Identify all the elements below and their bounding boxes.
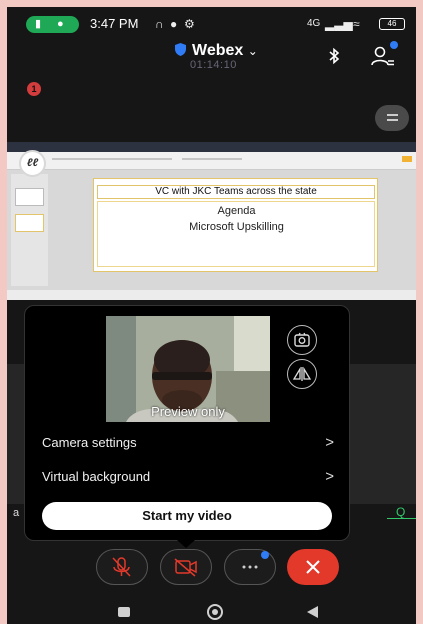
layout-icon bbox=[387, 114, 398, 116]
camera-flip-icon bbox=[294, 332, 310, 347]
slide-topic: Microsoft Upskilling bbox=[189, 221, 284, 233]
shared-app-toolbar bbox=[7, 152, 416, 170]
video-camera-icon: ▮ bbox=[35, 18, 42, 30]
camera-flip-button[interactable] bbox=[287, 325, 317, 355]
toolbar-line bbox=[52, 158, 172, 160]
layout-icon-line bbox=[387, 119, 398, 121]
slide-agenda: Agenda bbox=[217, 205, 256, 217]
phone-screen: ▮ ● 3:47 PM ∩ ● ⚙ 4G ▂▃▅ ≈ 46 Webex ⌄ 01… bbox=[7, 7, 416, 624]
virtual-background-label: Virtual background bbox=[42, 469, 151, 484]
headphones-icon: ∩ bbox=[155, 17, 164, 31]
dot-icon: ● bbox=[170, 17, 178, 31]
shared-browser-tabs bbox=[7, 142, 416, 152]
status-time: 3:47 PM bbox=[90, 16, 139, 31]
panel-pointer bbox=[177, 540, 195, 548]
shared-screen[interactable]: VC with JKC Teams across the state Agend… bbox=[7, 142, 416, 300]
status-bar: ▮ ● 3:47 PM ∩ ● ⚙ 4G ▂▃▅ ≈ 46 bbox=[7, 7, 416, 41]
layout-button[interactable] bbox=[375, 105, 409, 131]
mic-muted-icon bbox=[112, 557, 131, 577]
participants-notification-dot bbox=[390, 41, 398, 49]
chevron-right-icon: > bbox=[325, 468, 334, 485]
start-video-button[interactable]: Start my video bbox=[42, 502, 332, 530]
settings-icon: ⚙ bbox=[184, 17, 195, 31]
call-timer: 01:14:10 bbox=[190, 59, 237, 71]
system-nav-bar bbox=[7, 599, 416, 624]
slide-thumbnail bbox=[15, 188, 44, 206]
home-button[interactable] bbox=[207, 604, 223, 620]
camera-settings-row[interactable]: Camera settings > bbox=[42, 432, 334, 454]
app-name: Webex bbox=[192, 42, 244, 59]
more-notification-dot bbox=[261, 551, 269, 559]
end-call-button[interactable] bbox=[287, 549, 339, 585]
ongoing-call-pill[interactable]: ▮ ● bbox=[26, 16, 79, 33]
mirror-icon bbox=[292, 366, 312, 381]
mirror-button[interactable] bbox=[287, 359, 317, 389]
video-preview-panel: Preview only Camera settings > Virtual b… bbox=[24, 305, 350, 541]
signal-icon: ▂▃▅ bbox=[325, 17, 353, 31]
home-icon bbox=[212, 609, 218, 615]
app-title[interactable]: Webex ⌄ bbox=[175, 42, 258, 60]
chevron-right-icon: > bbox=[325, 434, 334, 451]
camera-settings-label: Camera settings bbox=[42, 435, 137, 450]
slide-title: VC with JKC Teams across the state bbox=[97, 185, 375, 199]
pen-icon: ℓℓ bbox=[26, 157, 39, 169]
side-text-right: Q bbox=[396, 505, 406, 519]
network-type: 4G bbox=[307, 18, 321, 29]
mute-button[interactable] bbox=[96, 549, 148, 585]
camera-preview: Preview only bbox=[106, 316, 270, 422]
side-underline bbox=[387, 518, 416, 519]
annotation-avatar[interactable]: ℓℓ bbox=[19, 150, 46, 177]
recent-apps-button[interactable] bbox=[118, 607, 130, 617]
video-toggle-button[interactable] bbox=[160, 549, 212, 585]
mic-icon: ● bbox=[57, 18, 64, 30]
bluetooth-icon[interactable] bbox=[327, 47, 341, 65]
slide-thumbnail bbox=[15, 214, 44, 232]
slide-thumbnails bbox=[11, 174, 48, 286]
notification-badge[interactable]: 1 bbox=[27, 82, 41, 96]
back-button[interactable] bbox=[307, 606, 318, 618]
preview-label: Preview only bbox=[151, 404, 225, 419]
shared-status-bar bbox=[7, 290, 416, 300]
end-call-icon bbox=[306, 560, 320, 574]
virtual-background-row[interactable]: Virtual background > bbox=[42, 466, 334, 488]
toolbar-button bbox=[402, 156, 412, 162]
battery-indicator: 46 bbox=[379, 18, 405, 30]
side-text-left: a bbox=[13, 507, 20, 519]
presentation-slide: VC with JKC Teams across the state Agend… bbox=[93, 178, 378, 272]
toolbar-line bbox=[182, 158, 242, 160]
wifi-icon: ≈ bbox=[353, 17, 360, 31]
video-off-icon bbox=[174, 558, 197, 577]
chevron-down-icon: ⌄ bbox=[247, 44, 258, 58]
